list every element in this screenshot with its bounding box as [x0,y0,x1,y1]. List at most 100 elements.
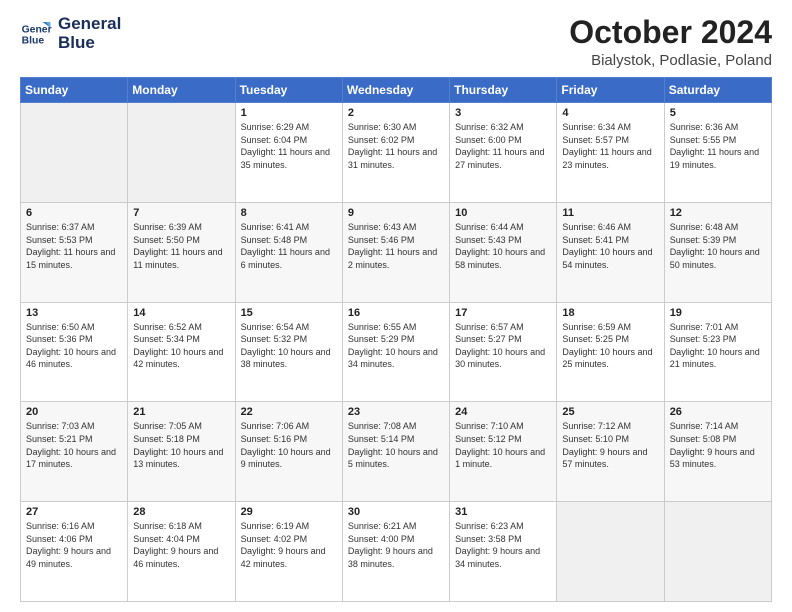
table-row: 21Sunrise: 7:05 AMSunset: 5:18 PMDayligh… [128,402,235,502]
month-title: October 2024 [569,15,772,50]
day-number: 6 [26,207,122,219]
table-row: 2Sunrise: 6:30 AMSunset: 6:02 PMDaylight… [342,103,449,203]
day-number: 28 [133,506,229,518]
day-number: 18 [562,307,658,319]
day-info: Sunrise: 6:50 AMSunset: 5:36 PMDaylight:… [26,322,116,370]
day-number: 1 [241,107,337,119]
calendar-header-row: Sunday Monday Tuesday Wednesday Thursday… [21,78,772,103]
day-number: 27 [26,506,122,518]
calendar-week-row: 6 Sunrise: 6:37 AMSunset: 5:53 PMDaylight… [21,202,772,302]
day-number: 21 [133,406,229,418]
day-number: 20 [26,406,122,418]
table-row: 3 Sunrise: 6:32 AMSunset: 6:00 PMDaylight… [450,103,557,203]
day-number: 30 [348,506,444,518]
calendar-week-row: 20 Sunrise: 7:03 AMSunset: 5:21 PMDayligh… [21,402,772,502]
day-info: Sunrise: 6:46 AMSunset: 5:41 PMDaylight:… [562,222,652,270]
day-number: 5 [670,107,766,119]
day-number: 8 [241,207,337,219]
day-info: Sunrise: 7:14 AMSunset: 5:08 PMDaylight:… [670,421,755,469]
table-row: 29Sunrise: 6:19 AMSunset: 4:02 PMDayligh… [235,502,342,602]
calendar-week-row: 1 Sunrise: 6:29 AMSunset: 6:04 PMDaylight… [21,103,772,203]
table-row: 8Sunrise: 6:41 AMSunset: 5:48 PMDaylight… [235,202,342,302]
table-row: 14 Sunrise: 6:52 AMSunset: 5:34 PMDayligh… [128,302,235,402]
table-row: 24 Sunrise: 7:10 AMSunset: 5:12 PMDayligh… [450,402,557,502]
day-info: Sunrise: 6:37 AMSunset: 5:53 PMDaylight:… [26,222,115,270]
day-info: Sunrise: 7:12 AMSunset: 5:10 PMDaylight:… [562,421,647,469]
col-saturday: Saturday [664,78,771,103]
day-number: 14 [133,307,229,319]
logo-icon: General Blue [20,18,52,50]
day-number: 15 [241,307,337,319]
day-info: Sunrise: 7:10 AMSunset: 5:12 PMDaylight:… [455,421,545,469]
day-info: Sunrise: 7:03 AMSunset: 5:21 PMDaylight:… [26,421,116,469]
day-number: 25 [562,406,658,418]
logo-text-blue: Blue [58,34,121,53]
table-row: 13Sunrise: 6:50 AMSunset: 5:36 PMDayligh… [21,302,128,402]
table-row: 4 Sunrise: 6:34 AMSunset: 5:57 PMDaylight… [557,103,664,203]
page: General Blue General Blue October 2024 B… [0,0,792,612]
table-row: 26 Sunrise: 7:14 AMSunset: 5:08 PMDayligh… [664,402,771,502]
day-info: Sunrise: 6:32 AMSunset: 6:00 PMDaylight:… [455,122,544,170]
day-info: Sunrise: 6:44 AMSunset: 5:43 PMDaylight:… [455,222,545,270]
day-number: 31 [455,506,551,518]
day-number: 16 [348,307,444,319]
day-info: Sunrise: 6:36 AMSunset: 5:55 PMDaylight:… [670,122,759,170]
table-row: 6 Sunrise: 6:37 AMSunset: 5:53 PMDaylight… [21,202,128,302]
day-number: 9 [348,207,444,219]
day-number: 23 [348,406,444,418]
day-number: 26 [670,406,766,418]
table-row: 30 Sunrise: 6:21 AMSunset: 4:00 PMDayligh… [342,502,449,602]
day-number: 29 [241,506,337,518]
table-row: 17Sunrise: 6:57 AMSunset: 5:27 PMDayligh… [450,302,557,402]
day-number: 24 [455,406,551,418]
day-info: Sunrise: 7:06 AMSunset: 5:16 PMDaylight:… [241,421,331,469]
day-number: 3 [455,107,551,119]
col-sunday: Sunday [21,78,128,103]
table-row: 22 Sunrise: 7:06 AMSunset: 5:16 PMDayligh… [235,402,342,502]
table-row: 28 Sunrise: 6:18 AMSunset: 4:04 PMDayligh… [128,502,235,602]
table-row: 20 Sunrise: 7:03 AMSunset: 5:21 PMDayligh… [21,402,128,502]
day-info: Sunrise: 6:16 AMSunset: 4:06 PMDaylight:… [26,521,111,569]
table-row [557,502,664,602]
table-row: 23 Sunrise: 7:08 AMSunset: 5:14 PMDayligh… [342,402,449,502]
col-tuesday: Tuesday [235,78,342,103]
table-row: 18 Sunrise: 6:59 AMSunset: 5:25 PMDayligh… [557,302,664,402]
table-row: 16 Sunrise: 6:55 AMSunset: 5:29 PMDayligh… [342,302,449,402]
svg-text:General: General [22,24,52,35]
table-row: 19 Sunrise: 7:01 AMSunset: 5:23 PMDayligh… [664,302,771,402]
title-block: October 2024 Bialystok, Podlasie, Poland [569,15,772,69]
day-number: 12 [670,207,766,219]
day-info: Sunrise: 6:59 AMSunset: 5:25 PMDaylight:… [562,322,652,370]
table-row: 5 Sunrise: 6:36 AMSunset: 5:55 PMDaylight… [664,103,771,203]
table-row: 25 Sunrise: 7:12 AMSunset: 5:10 PMDayligh… [557,402,664,502]
day-number: 19 [670,307,766,319]
header: General Blue General Blue October 2024 B… [20,15,772,69]
day-info: Sunrise: 6:21 AMSunset: 4:00 PMDaylight:… [348,521,433,569]
day-number: 22 [241,406,337,418]
day-info: Sunrise: 6:23 AMSunset: 3:58 PMDaylight:… [455,521,540,569]
day-info: Sunrise: 6:52 AMSunset: 5:34 PMDaylight:… [133,322,223,370]
calendar-table: Sunday Monday Tuesday Wednesday Thursday… [20,77,772,602]
day-info: Sunrise: 7:01 AMSunset: 5:23 PMDaylight:… [670,322,760,370]
svg-text:Blue: Blue [22,35,45,46]
table-row: 10 Sunrise: 6:44 AMSunset: 5:43 PMDayligh… [450,202,557,302]
logo-text-general: General [58,15,121,34]
table-row: 9Sunrise: 6:43 AMSunset: 5:46 PMDaylight… [342,202,449,302]
table-row: 11Sunrise: 6:46 AMSunset: 5:41 PMDayligh… [557,202,664,302]
day-info: Sunrise: 6:39 AMSunset: 5:50 PMDaylight:… [133,222,222,270]
day-info: Sunrise: 6:55 AMSunset: 5:29 PMDaylight:… [348,322,438,370]
day-info: Sunrise: 7:08 AMSunset: 5:14 PMDaylight:… [348,421,438,469]
day-info: Sunrise: 6:54 AMSunset: 5:32 PMDaylight:… [241,322,331,370]
table-row: 7Sunrise: 6:39 AMSunset: 5:50 PMDaylight… [128,202,235,302]
day-number: 10 [455,207,551,219]
day-number: 4 [562,107,658,119]
col-wednesday: Wednesday [342,78,449,103]
table-row: 12Sunrise: 6:48 AMSunset: 5:39 PMDayligh… [664,202,771,302]
table-row: 31 Sunrise: 6:23 AMSunset: 3:58 PMDayligh… [450,502,557,602]
table-row: 15 Sunrise: 6:54 AMSunset: 5:32 PMDayligh… [235,302,342,402]
day-info: Sunrise: 6:29 AMSunset: 6:04 PMDaylight:… [241,122,330,170]
day-info: Sunrise: 6:34 AMSunset: 5:57 PMDaylight:… [562,122,651,170]
day-info: Sunrise: 6:18 AMSunset: 4:04 PMDaylight:… [133,521,218,569]
calendar-week-row: 27 Sunrise: 6:16 AMSunset: 4:06 PMDayligh… [21,502,772,602]
table-row: 27 Sunrise: 6:16 AMSunset: 4:06 PMDayligh… [21,502,128,602]
